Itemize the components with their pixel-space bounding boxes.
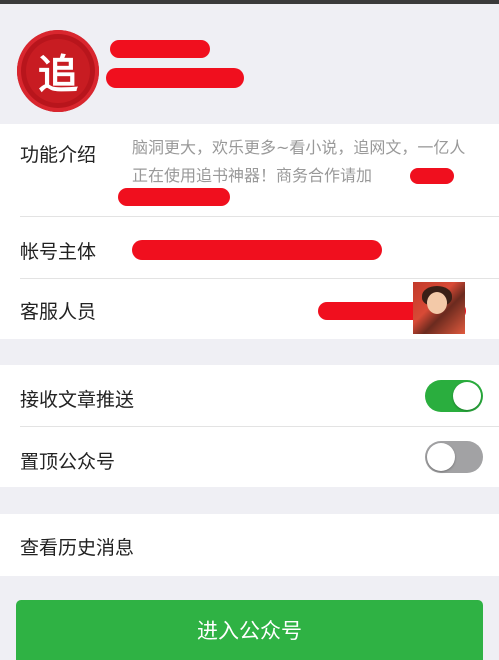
service-staff-label: 客服人员 (20, 301, 97, 323)
receive-push-label: 接收文章推送 (20, 389, 135, 411)
pin-account-toggle[interactable] (425, 441, 483, 473)
toggle-knob (453, 382, 481, 410)
intro-label: 功能介绍 (20, 144, 97, 166)
account-id-redaction (106, 68, 244, 88)
account-subject-label: 帐号主体 (20, 241, 97, 263)
settings-section: 接收文章推送 置顶公众号 (0, 365, 499, 487)
divider (20, 216, 499, 217)
account-subject-redaction (132, 240, 382, 260)
account-logo: 追 (17, 30, 99, 112)
profile-header: 追 (0, 4, 499, 124)
logo-glyph: 追 (26, 39, 90, 103)
intro-redaction-2 (118, 188, 230, 206)
intro-redaction (410, 168, 454, 184)
history-row[interactable]: 查看历史消息 (0, 514, 499, 576)
receive-push-toggle[interactable] (425, 380, 483, 412)
history-label: 查看历史消息 (20, 537, 135, 559)
toggle-knob (427, 443, 455, 471)
enter-account-button[interactable]: 进入公众号 (16, 600, 483, 660)
service-staff-avatar[interactable] (413, 282, 465, 334)
pin-account-label: 置顶公众号 (20, 451, 116, 473)
divider (20, 426, 499, 427)
account-name-redaction (110, 40, 210, 58)
divider (20, 278, 499, 279)
